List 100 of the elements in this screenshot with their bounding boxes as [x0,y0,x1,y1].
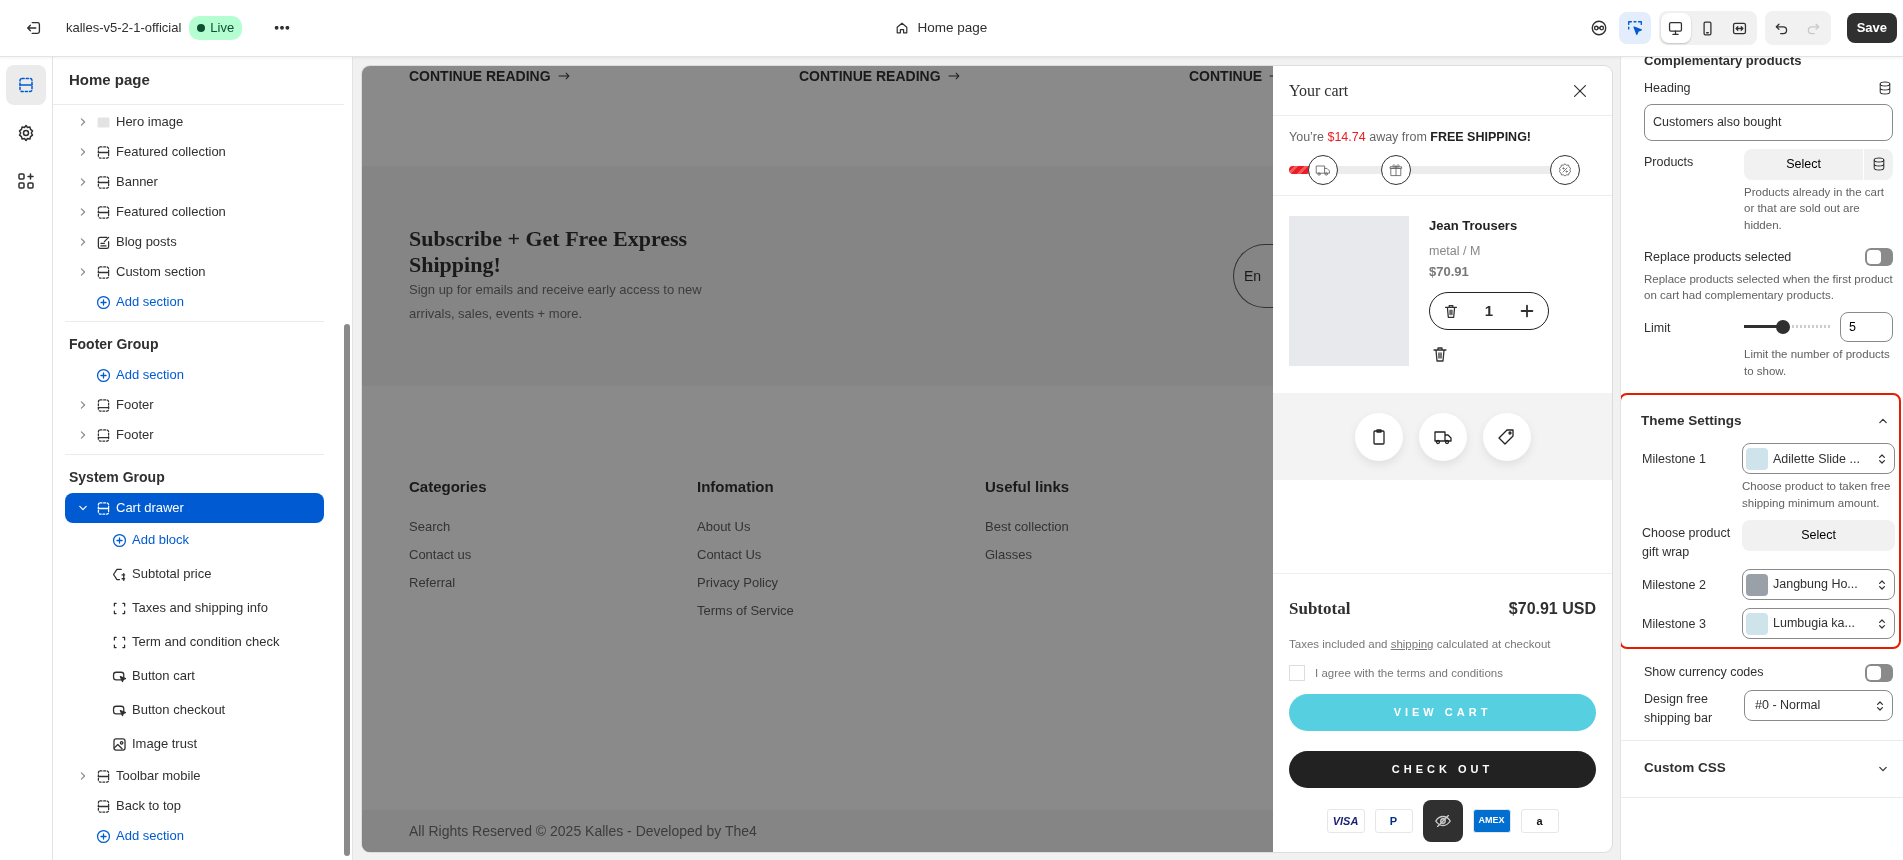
dashed-rows-icon [95,143,112,161]
field-label: Heading [1644,80,1691,97]
footer-link[interactable]: Best collection [985,518,1069,534]
select-button[interactable]: Select [1742,519,1895,551]
footer-link[interactable]: About Us [697,518,751,534]
section-toggle[interactable]: Custom CSS [1621,739,1903,798]
product-picker[interactable]: Adilette Slide ... [1742,443,1895,475]
checkout-button[interactable]: CHECK OUT [1289,751,1596,788]
field-label: Choose product gift wrap [1642,524,1732,561]
block-item[interactable]: Button checkout [65,693,324,727]
select-cursor-icon [1625,19,1644,37]
select-field[interactable]: #0 - Normal [1744,690,1893,722]
number-field[interactable]: 5 [1840,311,1893,342]
footer-link[interactable]: Terms of Service [697,602,794,618]
sidebar-item[interactable]: Back to top [65,791,324,821]
subtotal-label: Subtotal [1289,598,1351,620]
avatar-icon [1589,19,1608,37]
toggle-switch[interactable] [1865,248,1893,267]
copyright-text: All Rights Reserved © 2025 Kalles - Developed by The4 [409,821,757,841]
picker-value: Lumbugia ka... [1773,615,1856,633]
sidebar-item[interactable]: Featured collection [65,197,324,227]
visa-logo: VISA [1326,809,1365,833]
page-selector[interactable]: Home page [893,12,988,44]
product-name[interactable]: Jean Trousers [1429,216,1549,236]
paypal-logo: P [1374,809,1413,833]
footer-link[interactable]: Referral [409,574,456,590]
apps-icon [16,171,36,191]
dashed-rows-icon [16,75,36,95]
footer-heading: Useful links [985,477,1071,497]
sidebar-item[interactable]: Footer [65,420,324,450]
add-link[interactable]: Add section [65,821,324,851]
block-item[interactable]: Taxes and shipping info [65,591,324,625]
shipping-link[interactable]: shipping [1390,637,1434,650]
cart-title: Your cart [1289,80,1349,101]
add-link[interactable]: Add section [65,360,324,390]
sidebar-item[interactable]: Toolbar mobile [65,761,324,791]
plus-circle-icon [95,366,112,384]
dashed-rows-icon [95,767,112,785]
store-name: kalles-v5-2-1-official [66,19,182,38]
dashed-rows-icon [95,499,112,517]
product-picker[interactable]: Jangbung Ho... [1742,569,1895,601]
scrollbar[interactable] [344,324,350,856]
text-field[interactable]: Customers also bought [1644,103,1893,141]
taxes-note: Taxes included and shipping calculated at checkout [1289,636,1552,652]
subtotal-amount: $70.91 USD [1508,598,1596,619]
footer-link[interactable]: Search [409,518,451,534]
dashed-footer-icon [95,426,112,444]
field-label: Milestone 1 [1642,451,1707,469]
desktop-icon [1667,19,1685,37]
photo-placeholder [1746,573,1768,596]
eye-slash-icon [1433,812,1452,830]
block-item[interactable]: Subtotal price [65,557,324,591]
photo-placeholder [1746,612,1768,635]
view-mode-button[interactable] [1660,13,1691,43]
add-link[interactable]: Add block [65,523,324,557]
dashed-rows-icon [95,263,112,281]
quantity-value: 1 [1484,300,1494,321]
sidebar-item[interactable]: Custom section [65,257,324,287]
help-text: Choose product to taken free shipping minimum amount. [1742,479,1892,512]
dashed-rows-icon [95,173,112,191]
read-more-link[interactable]: CONTINUE READING [799,66,1189,86]
plus-circle-icon [111,531,128,549]
terms-label: I agree with the terms and conditions [1315,665,1503,681]
add-link[interactable]: Add section [65,287,324,317]
field-label: Design free shipping bar [1644,691,1714,727]
sidebar-item[interactable]: Footer [65,390,324,420]
hide-preview-button[interactable] [1422,800,1463,842]
dashed-rows-icon [95,203,112,221]
sidebar-item[interactable]: Hero image [65,107,324,137]
shipping-message: You’re $14.74 away from FREE SHIPPING! [1289,129,1533,146]
save-button[interactable]: Save [1846,13,1897,43]
more-icon [273,26,292,30]
product-picker[interactable]: Lumbugia ka... [1742,608,1895,640]
block-item[interactable]: Image trust [65,727,324,761]
picker-value: Jangbung Ho... [1773,576,1859,594]
footer-link[interactable]: Glasses [985,546,1032,562]
exit-icon [25,19,43,37]
footer-link[interactable]: Privacy Policy [697,574,778,590]
block-item[interactable]: Button cart [65,659,324,693]
select-value: #0 - Normal [1755,697,1822,715]
settings-icon [16,123,36,143]
read-more-link[interactable]: CONTINUE [1189,66,1273,86]
newsletter-heading: Subscribe + Get Free Express Shipping! [409,225,689,279]
sidebar-item[interactable]: Cart drawer [65,493,324,523]
block-item[interactable]: Term and condition check [65,625,324,659]
toggle-switch[interactable] [1865,663,1893,682]
slider-thumb[interactable] [1775,319,1790,334]
amazon-logo: a [1520,809,1559,833]
read-more-link[interactable]: CONTINUE READING [409,66,799,86]
sidebar-item[interactable]: Blog posts [65,227,324,257]
section-toggle[interactable]: Theme Settings [1621,395,1899,436]
footer-link[interactable]: Contact Us [697,546,762,562]
sidebar-item[interactable]: Featured collection [65,137,324,167]
sidebar-title: Home page [53,57,344,105]
sidebar-item[interactable]: Banner [65,167,324,197]
footer-link[interactable]: Contact us [409,546,472,562]
inspector-button[interactable] [1618,12,1651,44]
status-badge: Live [189,16,243,40]
terms-checkbox[interactable] [1289,665,1305,682]
tag-icon [1496,426,1517,447]
